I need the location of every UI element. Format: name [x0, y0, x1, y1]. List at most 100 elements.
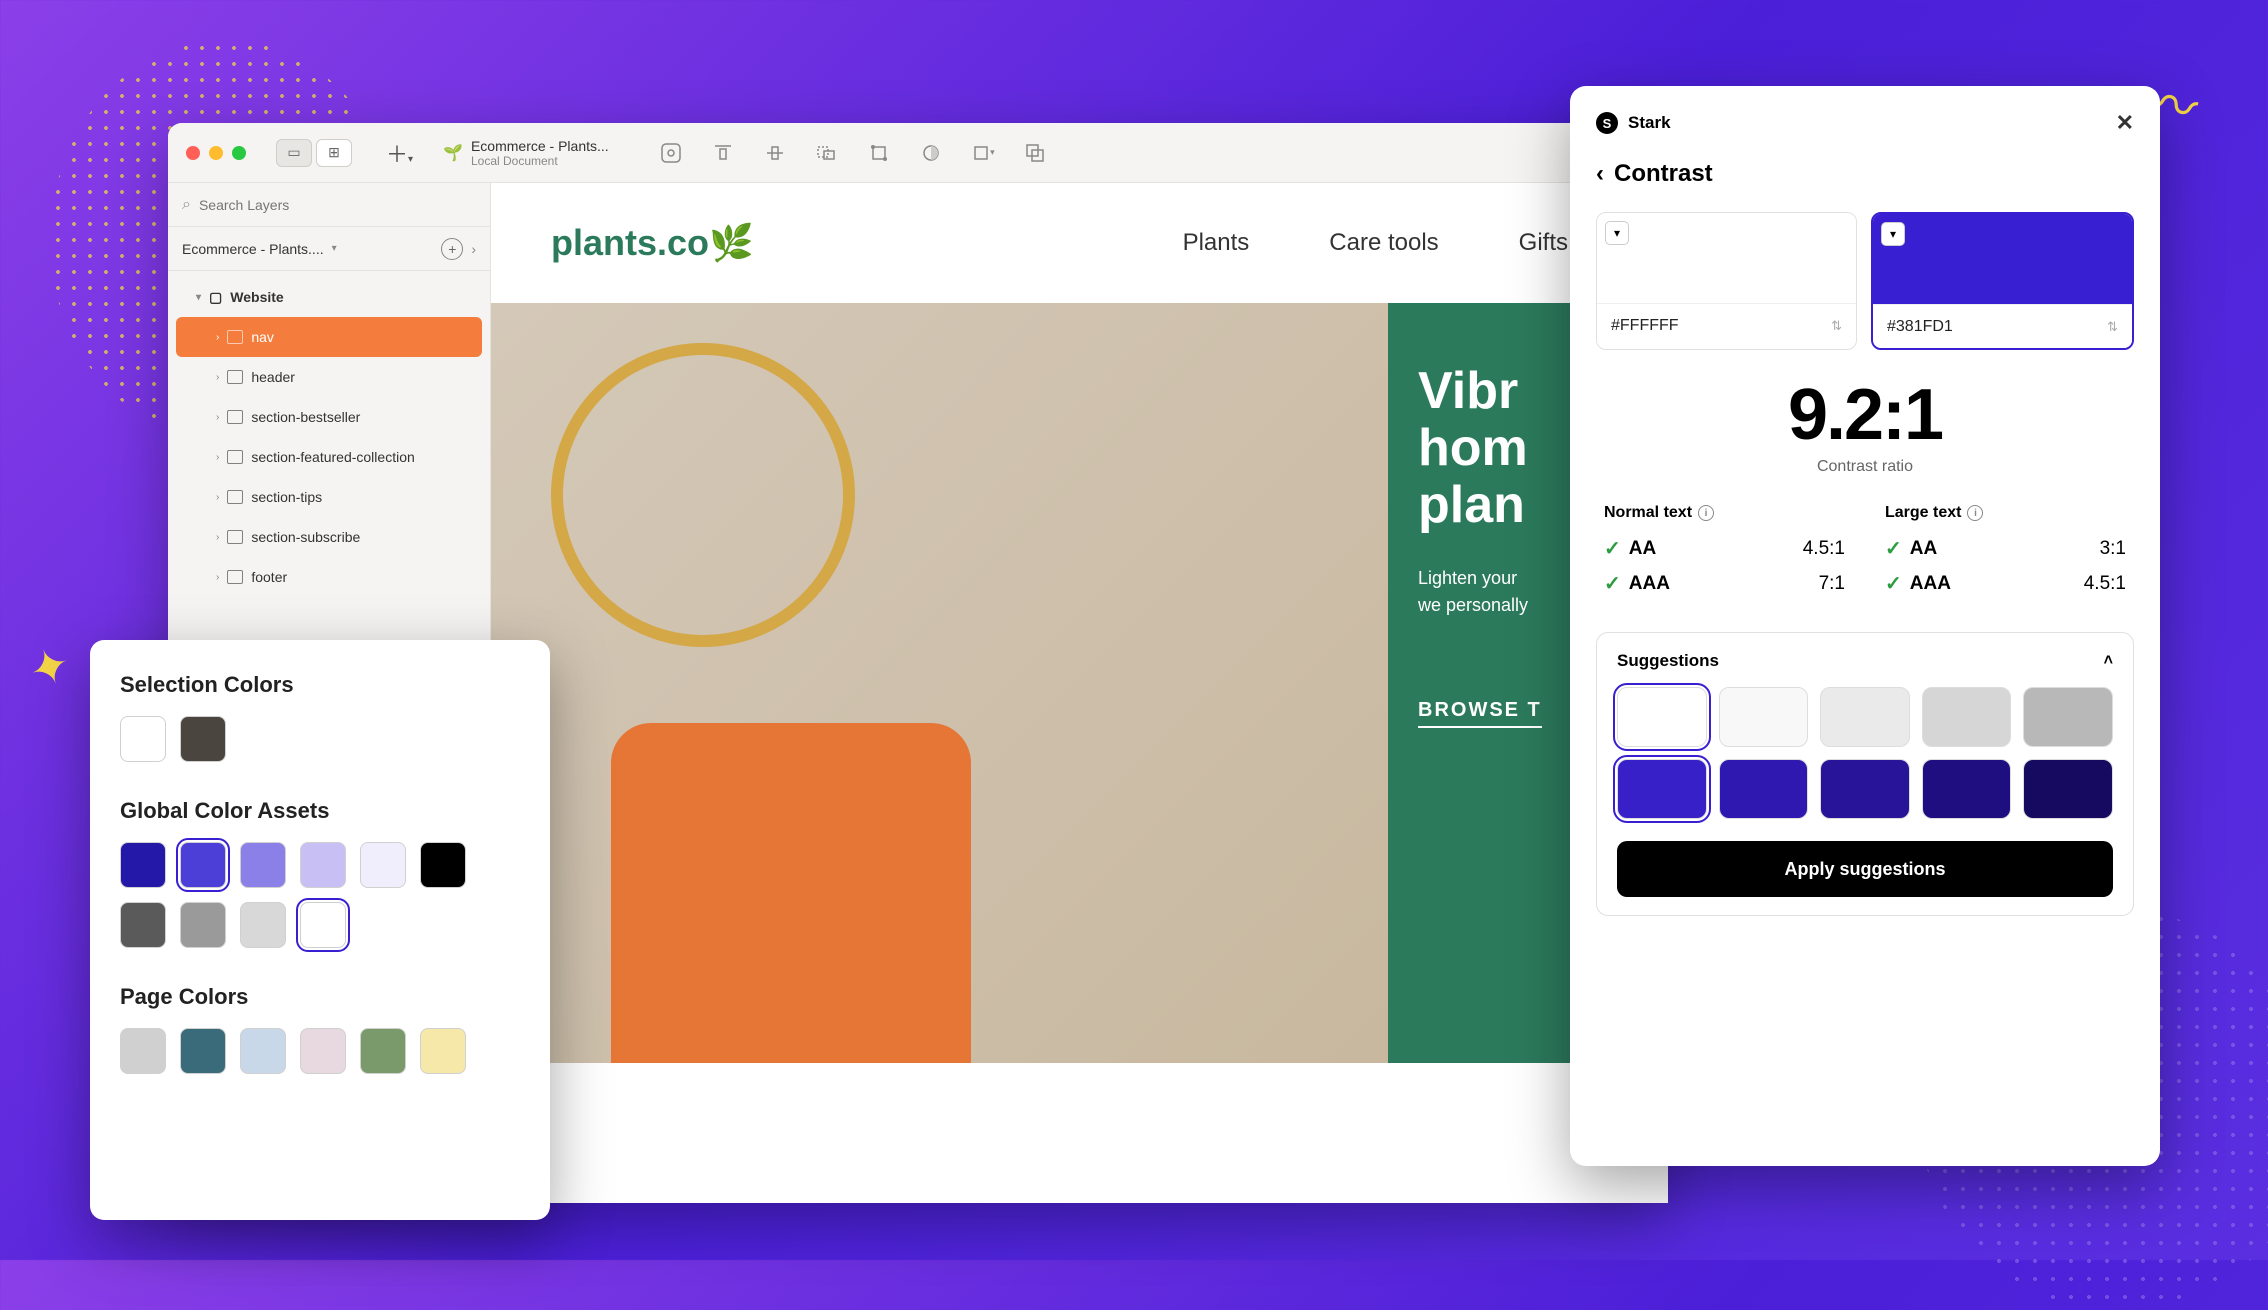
layer-section-bestseller[interactable]: ›section-bestseller — [168, 397, 490, 437]
color-swatch[interactable] — [240, 1028, 286, 1074]
foreground-hex: #FFFFFF — [1611, 317, 1679, 335]
suggestion-swatch[interactable] — [1820, 759, 1910, 819]
artboard-icon: ▢ — [209, 289, 222, 306]
hero-cta-link: BROWSE T — [1418, 699, 1542, 728]
group-icon[interactable] — [815, 141, 839, 165]
view-mode-canvas[interactable]: ▭ — [276, 139, 312, 167]
folder-icon — [227, 330, 243, 344]
suggestion-swatch[interactable] — [1719, 687, 1809, 747]
color-swatch[interactable] — [420, 1028, 466, 1074]
color-swatch[interactable] — [180, 716, 226, 762]
check-icon: ✓ — [1885, 571, 1902, 596]
stark-brand: Stark — [1628, 113, 1671, 133]
check-icon: ✓ — [1604, 536, 1621, 561]
suggestion-swatch[interactable] — [2023, 759, 2113, 819]
chevron-left-icon: ‹ — [1596, 160, 1604, 188]
layer-nav[interactable]: ›nav — [176, 317, 482, 357]
stepper-icon[interactable]: ⇅ — [2107, 319, 2118, 335]
nav-link-plants: Plants — [1183, 229, 1250, 257]
color-swatch[interactable] — [180, 902, 226, 948]
suggestion-swatch[interactable] — [2023, 687, 2113, 747]
background-color-card[interactable]: ▾ #381FD1 ⇅ — [1871, 212, 2134, 350]
nav-link-gifts: Gifts — [1519, 229, 1568, 257]
suggestions-label: Suggestions — [1617, 651, 1719, 671]
suggestion-swatch[interactable] — [1617, 687, 1707, 747]
contrast-ratio-value: 9.2:1 — [1596, 374, 2134, 456]
suggestion-swatch[interactable] — [1922, 759, 2012, 819]
titlebar: ▭ ⊞ ＋▾ 🌱 Ecommerce - Plants... Local Doc… — [168, 123, 1668, 183]
selection-colors-title: Selection Colors — [120, 672, 520, 698]
page-selector[interactable]: Ecommerce - Plants.... ▾ + › — [168, 227, 490, 271]
chevron-right-icon: › — [471, 241, 476, 257]
transform-icon[interactable] — [867, 141, 891, 165]
color-swatch[interactable] — [240, 842, 286, 888]
stark-plugin-panel: S Stark ✕ ‹ Contrast ▾ #FFFFFF ⇅ ▾ #381FD… — [1570, 86, 2160, 1166]
suggestion-swatch[interactable] — [1719, 759, 1809, 819]
resize-tool-icon[interactable]: ▾ — [971, 141, 995, 165]
chevron-down-icon[interactable]: ▾ — [1605, 221, 1629, 245]
document-subtitle: Local Document — [471, 154, 609, 168]
document-name: Ecommerce - Plants... — [471, 138, 609, 154]
layer-header[interactable]: ›header — [168, 357, 490, 397]
apply-suggestions-button[interactable]: Apply suggestions — [1617, 841, 2113, 897]
folder-icon — [227, 450, 243, 464]
stepper-icon[interactable]: ⇅ — [1831, 318, 1842, 334]
view-mode-components[interactable]: ⊞ — [316, 139, 352, 167]
check-icon: ✓ — [1885, 536, 1902, 561]
large-text-label: Large text — [1885, 504, 1961, 522]
close-window-button[interactable] — [186, 146, 200, 160]
chevron-down-icon[interactable]: ▾ — [1881, 222, 1905, 246]
close-panel-button[interactable]: ✕ — [2116, 110, 2134, 136]
site-logo: plants.co🌿 — [551, 222, 754, 264]
add-page-button[interactable]: + — [441, 238, 463, 260]
normal-text-label: Normal text — [1604, 504, 1692, 522]
check-icon: ✓ — [1604, 571, 1621, 596]
back-to-main-button[interactable]: ‹ Contrast — [1596, 160, 2134, 188]
chair-illustration — [611, 723, 971, 1063]
background-hex: #381FD1 — [1887, 318, 1953, 336]
color-swatch[interactable] — [120, 902, 166, 948]
decorative-scribble: ✦ — [22, 635, 79, 701]
color-swatch[interactable] — [120, 1028, 166, 1074]
shape-tool-icon[interactable] — [659, 141, 683, 165]
minimize-window-button[interactable] — [209, 146, 223, 160]
mask-icon[interactable] — [919, 141, 943, 165]
color-swatch[interactable] — [120, 842, 166, 888]
nav-link-care: Care tools — [1329, 229, 1438, 257]
align-middle-icon[interactable] — [763, 141, 787, 165]
layer-section-subscribe[interactable]: ›section-subscribe — [168, 517, 490, 557]
search-layers-input[interactable] — [199, 197, 476, 213]
stark-logo-icon: S — [1596, 112, 1618, 134]
color-swatch[interactable] — [120, 716, 166, 762]
suggestion-swatch[interactable] — [1922, 687, 2012, 747]
info-icon[interactable]: i — [1967, 505, 1983, 521]
insert-button[interactable]: ＋▾ — [386, 137, 413, 169]
design-canvas[interactable]: plants.co🌿 Plants Care tools Gifts Vibr … — [491, 183, 1668, 1203]
color-swatch[interactable] — [360, 1028, 406, 1074]
page-colors-title: Page Colors — [120, 984, 520, 1010]
color-swatch[interactable] — [240, 902, 286, 948]
color-swatch[interactable] — [300, 902, 346, 948]
folder-icon — [227, 490, 243, 504]
layer-footer[interactable]: ›footer — [168, 557, 490, 597]
layer-website[interactable]: ▾▢Website — [168, 277, 490, 317]
site-nav-preview: plants.co🌿 Plants Care tools Gifts — [491, 183, 1668, 303]
suggestion-swatch[interactable] — [1820, 687, 1910, 747]
color-swatch[interactable] — [360, 842, 406, 888]
foreground-color-card[interactable]: ▾ #FFFFFF ⇅ — [1596, 212, 1857, 350]
align-top-icon[interactable] — [711, 141, 735, 165]
window-controls — [186, 146, 246, 160]
suggestion-swatch[interactable] — [1617, 759, 1707, 819]
layer-section-featured[interactable]: ›section-featured-collection — [168, 437, 490, 477]
chevron-up-icon[interactable]: ˄ — [2104, 652, 2113, 670]
layer-section-tips[interactable]: ›section-tips — [168, 477, 490, 517]
color-swatch[interactable] — [420, 842, 466, 888]
color-swatch[interactable] — [180, 842, 226, 888]
suggestions-section: Suggestions ˄ Apply suggestions — [1596, 632, 2134, 916]
info-icon[interactable]: i — [1698, 505, 1714, 521]
color-swatch[interactable] — [180, 1028, 226, 1074]
color-swatch[interactable] — [300, 1028, 346, 1074]
boolean-icon[interactable] — [1023, 141, 1047, 165]
maximize-window-button[interactable] — [232, 146, 246, 160]
color-swatch[interactable] — [300, 842, 346, 888]
